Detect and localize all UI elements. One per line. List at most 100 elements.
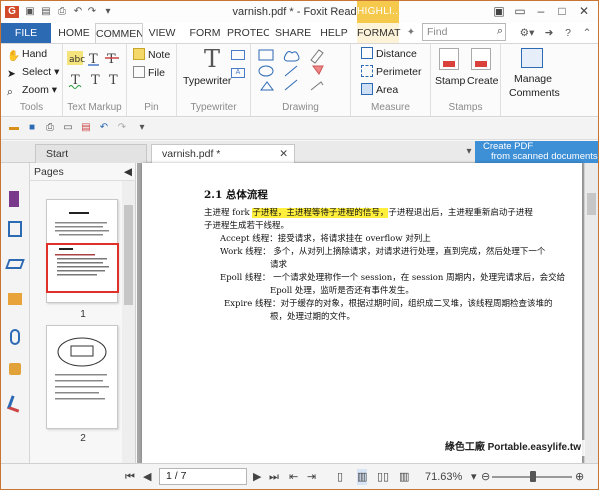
create-pdf-ad[interactable]: Create PDF from scanned documents xyxy=(475,141,598,163)
facing-page-icon[interactable]: ▯▯ xyxy=(377,469,389,485)
zoom-tool[interactable]: ⌕ Zoom ▾ xyxy=(7,83,57,98)
page-thumbnail-2[interactable] xyxy=(46,325,118,429)
lightbulb-icon[interactable]: ✦ xyxy=(405,23,417,43)
comments-icon[interactable] xyxy=(8,293,22,305)
search-icon[interactable]: ⌕ xyxy=(497,25,503,38)
undo-icon-2[interactable]: ↶ xyxy=(97,122,111,134)
page-number-input[interactable]: 1 / 7 xyxy=(159,468,247,485)
open-folder-icon[interactable]: ▬ xyxy=(7,122,21,134)
hand-tool[interactable]: ✋ Hand xyxy=(7,47,47,62)
tab-form[interactable]: FORM xyxy=(189,23,221,43)
note-button[interactable]: Note xyxy=(133,48,170,62)
pages-scroll-thumb[interactable] xyxy=(124,205,133,305)
restore-ribbon-icon[interactable]: ▣ xyxy=(490,3,508,19)
tab-comment[interactable]: COMMENT xyxy=(95,23,143,44)
zoom-slider-thumb[interactable] xyxy=(530,471,536,482)
tab-home[interactable]: HOME xyxy=(55,23,93,43)
continuous-page-icon[interactable]: ▥ xyxy=(357,469,368,485)
tab-file[interactable]: FILE xyxy=(1,23,51,43)
continuous-facing-icon[interactable]: ▥ xyxy=(399,469,409,485)
text-markup-icons[interactable]: abc T T T T T xyxy=(67,50,125,90)
panel-collapse-icon[interactable]: ◀ xyxy=(124,163,132,181)
single-page-icon[interactable]: ▯ xyxy=(337,469,343,485)
zoom-level[interactable]: 71.63% xyxy=(425,469,462,485)
current-view-rectangle[interactable] xyxy=(46,243,119,293)
tab-list-icon[interactable]: ▾ xyxy=(462,146,476,158)
group-label-drawing: Drawing xyxy=(282,102,319,113)
previous-page-icon[interactable]: ◀ xyxy=(143,469,151,485)
tab-format[interactable]: FORMAT xyxy=(357,23,401,43)
pages-panel-scrollbar[interactable] xyxy=(122,181,135,463)
create-stamp-button[interactable]: Create xyxy=(467,74,499,88)
group-text-markup: abc T T T T T Text Markup xyxy=(63,44,127,116)
tab-help[interactable]: HELP xyxy=(319,23,349,43)
security-lock-icon[interactable] xyxy=(9,363,21,375)
signatures-icon[interactable] xyxy=(6,395,24,413)
bookmarks-icon[interactable] xyxy=(9,191,19,207)
last-page-icon[interactable]: ⏭ xyxy=(269,469,279,485)
stamp-button[interactable]: Stamp xyxy=(435,74,465,88)
attachments-icon[interactable] xyxy=(10,329,20,345)
find-placeholder: Find xyxy=(427,26,448,38)
typewriter-icon[interactable]: T xyxy=(197,46,227,72)
paperclip-icon xyxy=(133,66,145,78)
stamp-icon[interactable] xyxy=(439,48,459,70)
start-tab[interactable]: Start xyxy=(35,144,147,163)
svg-text:abc: abc xyxy=(69,55,85,65)
compact-mode-icon[interactable]: ▭ xyxy=(511,3,529,19)
tab-protect[interactable]: PROTECT xyxy=(227,23,269,43)
scan-icon[interactable]: ▭ xyxy=(61,122,75,134)
page-line-1[interactable]: 主进程 fork 子进程，主进程等待子进程的信号，子进程退出后，主进程重新启动子… xyxy=(204,207,533,220)
zoom-icon: ⌕ xyxy=(7,86,13,98)
close-tab-icon[interactable]: ✕ xyxy=(279,145,288,163)
file-attach-button[interactable]: File xyxy=(133,66,165,80)
typewriter-button[interactable]: Typewriter xyxy=(183,74,231,88)
group-drawing: Drawing xyxy=(251,44,351,116)
print-icon-2[interactable]: ⎙ xyxy=(43,122,57,134)
previous-view-icon[interactable]: ⇤ xyxy=(289,469,298,485)
pages-icon[interactable] xyxy=(8,221,22,237)
textbox-icon[interactable] xyxy=(231,50,245,60)
tab-view[interactable]: VIEW xyxy=(147,23,177,43)
create-stamp-icon[interactable] xyxy=(471,48,491,70)
highlighted-annotation[interactable]: 子进程，主进程等待子进程的信号， xyxy=(252,208,389,218)
pdf-page[interactable]: 2.1 总体流程 主进程 fork 子进程，主进程等待子进程的信号，子进程退出后… xyxy=(142,163,582,463)
varnish-doc-tab[interactable]: varnish.pdf * ✕ xyxy=(151,144,295,163)
drawing-tools[interactable] xyxy=(257,48,347,96)
next-page-icon[interactable]: ▶ xyxy=(253,469,261,485)
zoom-out-icon[interactable]: ⊖ xyxy=(481,469,490,485)
forward-arrow-icon[interactable]: ➜ xyxy=(541,23,557,43)
distance-tool[interactable]: Distance xyxy=(361,47,417,61)
minimize-button[interactable]: – xyxy=(532,3,550,19)
email-icon[interactable]: ▤ xyxy=(79,122,93,134)
next-view-icon[interactable]: ⇥ xyxy=(307,469,316,485)
zoom-in-icon[interactable]: ⊕ xyxy=(575,469,584,485)
document-scrollbar[interactable] xyxy=(584,163,598,463)
zoom-dropdown-icon[interactable]: ▾ xyxy=(471,469,477,485)
save-disk-icon[interactable]: ■ xyxy=(25,122,39,134)
tab-share[interactable]: SHARE xyxy=(275,23,311,43)
toolbar-more-icon[interactable]: ▾ xyxy=(135,122,149,134)
redo-icon-2[interactable]: ↷ xyxy=(115,122,129,134)
select-tool[interactable]: ➤ Select ▾ xyxy=(7,65,59,80)
collapse-ribbon-icon[interactable]: ⌃ xyxy=(579,23,595,43)
manage-comments-icon[interactable] xyxy=(521,48,543,68)
first-page-icon[interactable]: ⏮ xyxy=(125,469,135,485)
pages-panel-header: Pages ◀ xyxy=(30,163,136,181)
pages-panel: Pages ◀ 1 2 xyxy=(30,163,136,463)
line-icon xyxy=(284,79,298,91)
perimeter-tool[interactable]: Perimeter xyxy=(361,65,422,79)
insert-text-icon: T xyxy=(109,73,118,88)
file-label: File xyxy=(148,67,165,79)
callout-icon[interactable]: A xyxy=(231,68,245,78)
document-scroll-thumb[interactable] xyxy=(587,193,596,215)
close-button[interactable]: ✕ xyxy=(575,3,593,19)
find-search-box[interactable]: Find ⌕ xyxy=(422,23,506,41)
help-icon[interactable]: ? xyxy=(559,23,577,43)
maximize-button[interactable]: □ xyxy=(553,3,571,19)
layers-icon[interactable] xyxy=(5,259,25,269)
settings-gear-icon[interactable]: ⚙▾ xyxy=(514,23,540,43)
manage-comments-button[interactable]: Manage Comments xyxy=(509,72,560,100)
ad-line2: from scanned documents xyxy=(491,151,598,162)
area-tool[interactable]: Area xyxy=(361,83,398,97)
